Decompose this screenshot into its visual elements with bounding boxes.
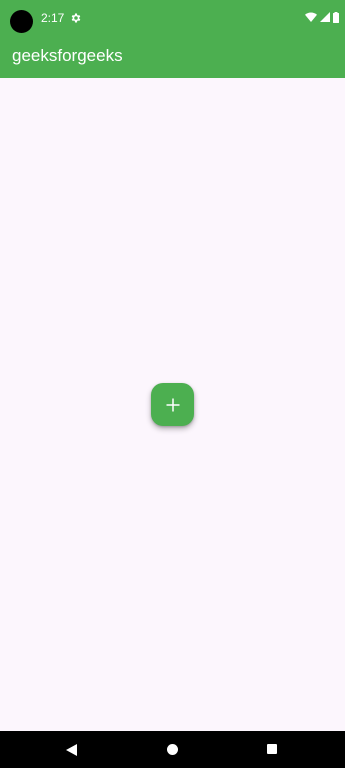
settings-icon: [70, 11, 82, 23]
back-icon[interactable]: [66, 743, 77, 756]
battery-icon: [333, 11, 339, 23]
add-fab-button[interactable]: [151, 383, 194, 426]
app-title: geeksforgeeks: [12, 46, 123, 65]
wifi-icon: [305, 12, 317, 22]
plus-icon: [166, 398, 179, 411]
status-icons: [305, 11, 339, 23]
signal-icon: [320, 12, 330, 22]
camera-cutout: [10, 10, 33, 33]
status-bar: 2:17: [0, 0, 345, 36]
app-bar: geeksforgeeks: [0, 36, 345, 78]
home-icon[interactable]: [167, 744, 178, 755]
recents-icon[interactable]: [267, 744, 277, 754]
system-nav-bar: [0, 731, 345, 768]
status-time: 2:17: [41, 11, 65, 25]
screen: 2:17 geeksforgeeks: [0, 0, 345, 768]
